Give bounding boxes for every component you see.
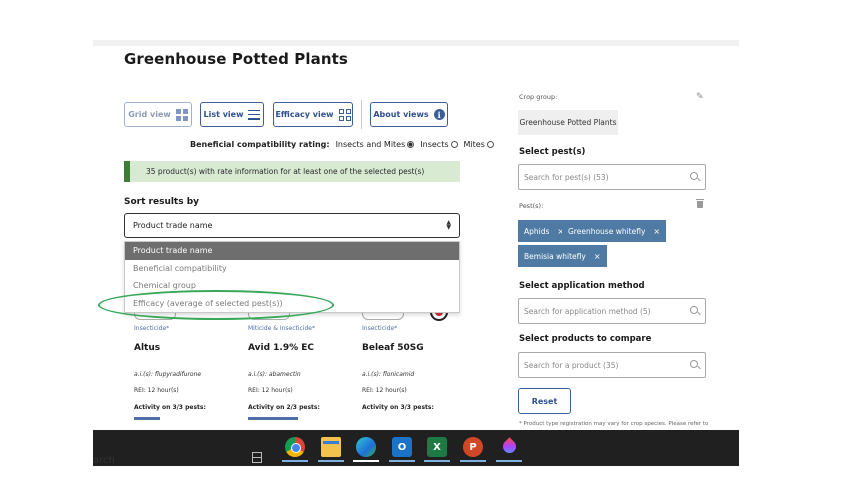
app-running-indicator xyxy=(460,460,486,462)
outlook-icon[interactable]: O xyxy=(392,437,412,457)
card-activity: Activity on 2/3 pests: xyxy=(248,404,320,411)
task-view-icon[interactable] xyxy=(252,452,262,463)
efficacy-grid-icon xyxy=(338,108,351,121)
compare-search-placeholder: Search for a product (35) xyxy=(524,360,619,370)
file-explorer-icon[interactable] xyxy=(321,437,341,457)
excel-icon[interactable]: X xyxy=(427,437,447,457)
compat-option-mites[interactable]: Mites xyxy=(464,140,494,149)
list-view-label: List view xyxy=(203,110,244,119)
sort-select-value: Product trade name xyxy=(133,221,213,230)
app-running-indicator xyxy=(389,460,415,462)
app-running-indicator xyxy=(282,460,308,462)
compat-rating-row: Beneficial compatibility rating: Insects… xyxy=(190,140,494,149)
sort-option[interactable]: Beneficial compatibility xyxy=(125,260,459,278)
sort-label: Sort results by xyxy=(124,197,200,207)
pest-section-title: Select pest(s) xyxy=(519,147,586,157)
card-active-ingredient: a.i.(s): abamectin xyxy=(248,371,301,378)
product-card[interactable]: Miticide & Insecticide* Avid 1.9% EC a.i… xyxy=(248,312,356,430)
app-running-indicator xyxy=(424,460,450,462)
pest-tag[interactable]: Bemisia whitefly × xyxy=(518,245,607,267)
results-notice: 35 product(s) with rate information for … xyxy=(124,161,460,182)
pests-label: Pest(s): xyxy=(519,202,544,210)
app-window: Greenhouse Potted Plants Grid view List … xyxy=(0,0,863,485)
card-activity: Activity on 3/3 pests: xyxy=(362,404,434,411)
list-view-button[interactable]: List view xyxy=(200,102,264,127)
radio-icon[interactable] xyxy=(450,141,458,148)
card-activity: Activity on 3/3 pests: xyxy=(134,404,206,411)
close-icon[interactable]: × xyxy=(594,252,601,261)
product-card[interactable]: Insecticide* Altus a.i.(s): flupyradifur… xyxy=(134,312,242,430)
card-activity-bar xyxy=(134,417,160,420)
card-rei: REI: 12 hour(s) xyxy=(362,387,407,394)
highlight-ellipse xyxy=(98,290,334,320)
efficacy-view-label: Efficacy view xyxy=(275,110,334,119)
about-views-button[interactable]: About views i xyxy=(370,102,448,127)
list-icon xyxy=(248,109,261,120)
card-type: Insecticide* xyxy=(134,325,170,332)
pest-tag[interactable]: Greenhouse whitefly × xyxy=(562,220,667,242)
taskbar-search-text[interactable]: arch xyxy=(93,455,115,466)
card-type: Insecticide* xyxy=(362,325,398,332)
card-name: Altus xyxy=(134,343,161,353)
top-strip xyxy=(93,40,739,46)
pest-tag-label: Bemisia whitefly xyxy=(524,251,586,261)
app-active-indicator xyxy=(353,460,379,462)
compat-option-insects-mites[interactable]: Insects and Mites xyxy=(336,140,415,149)
registration-footnote: * Product type registration may vary for… xyxy=(519,421,709,427)
radio-icon[interactable] xyxy=(486,141,494,148)
sort-option[interactable]: Product trade name xyxy=(125,242,459,260)
method-search-input[interactable]: Search for application method (5) xyxy=(518,298,706,324)
radio-selected-icon[interactable] xyxy=(407,141,415,148)
powerpoint-icon[interactable]: P xyxy=(463,437,483,457)
trash-icon[interactable] xyxy=(696,199,704,208)
sort-select[interactable]: Product trade name ▲ ▼ xyxy=(124,213,460,238)
card-rei: REI: 12 hour(s) xyxy=(248,387,293,394)
taskbar xyxy=(93,430,739,466)
select-arrows-icon: ▲ ▼ xyxy=(446,219,451,231)
card-button-edge xyxy=(362,312,404,320)
page-title: Greenhouse Potted Plants xyxy=(124,50,348,68)
product-card[interactable]: Insecticide* Beleaf 50SG a.i.(s): flonic… xyxy=(362,312,470,430)
about-views-label: About views xyxy=(373,110,429,119)
search-icon xyxy=(690,360,698,368)
app-running-indicator xyxy=(318,460,344,462)
card-activity-bar xyxy=(248,417,298,420)
grid-icon xyxy=(175,108,188,121)
method-section-title: Select application method xyxy=(519,281,645,291)
pest-search-placeholder: Search for pest(s) (53) xyxy=(524,172,609,182)
app-running-indicator xyxy=(496,460,522,462)
pest-tag-label: Aphids xyxy=(524,226,550,236)
grid-view-button[interactable]: Grid view xyxy=(124,102,192,127)
compat-label: Beneficial compatibility rating: xyxy=(190,140,330,149)
search-icon xyxy=(690,172,698,180)
grid-view-label: Grid view xyxy=(128,110,171,119)
pencil-icon[interactable]: ✎ xyxy=(696,92,704,102)
method-search-placeholder: Search for application method (5) xyxy=(524,306,651,316)
card-active-ingredient: a.i.(s): flupyradifurone xyxy=(134,371,202,378)
pest-search-input[interactable]: Search for pest(s) (53) xyxy=(518,164,706,190)
paint-drop-icon[interactable] xyxy=(499,437,519,457)
pest-tag-label: Greenhouse whitefly xyxy=(568,226,646,236)
card-active-ingredient: a.i.(s): flonicamid xyxy=(362,371,415,378)
info-icon: i xyxy=(433,109,445,120)
efficacy-view-button[interactable]: Efficacy view xyxy=(273,102,353,127)
compat-option-insects[interactable]: Insects xyxy=(420,140,458,149)
chrome-icon[interactable] xyxy=(285,437,305,457)
reset-button[interactable]: Reset xyxy=(518,388,571,414)
view-divider xyxy=(361,100,362,129)
compare-section-title: Select products to compare xyxy=(519,334,652,344)
card-rei: REI: 12 hour(s) xyxy=(134,387,179,394)
compare-search-input[interactable]: Search for a product (35) xyxy=(518,352,706,378)
close-icon[interactable]: × xyxy=(653,227,660,236)
card-name: Avid 1.9% EC xyxy=(248,343,315,353)
crop-group-label: Crop group: xyxy=(519,93,558,101)
search-icon xyxy=(690,306,698,314)
crop-group-value: Greenhouse Potted Plants xyxy=(518,110,618,135)
card-type: Miticide & Insecticide* xyxy=(248,325,315,332)
card-name: Beleaf 50SG xyxy=(362,343,424,353)
edge-icon[interactable] xyxy=(356,437,376,457)
